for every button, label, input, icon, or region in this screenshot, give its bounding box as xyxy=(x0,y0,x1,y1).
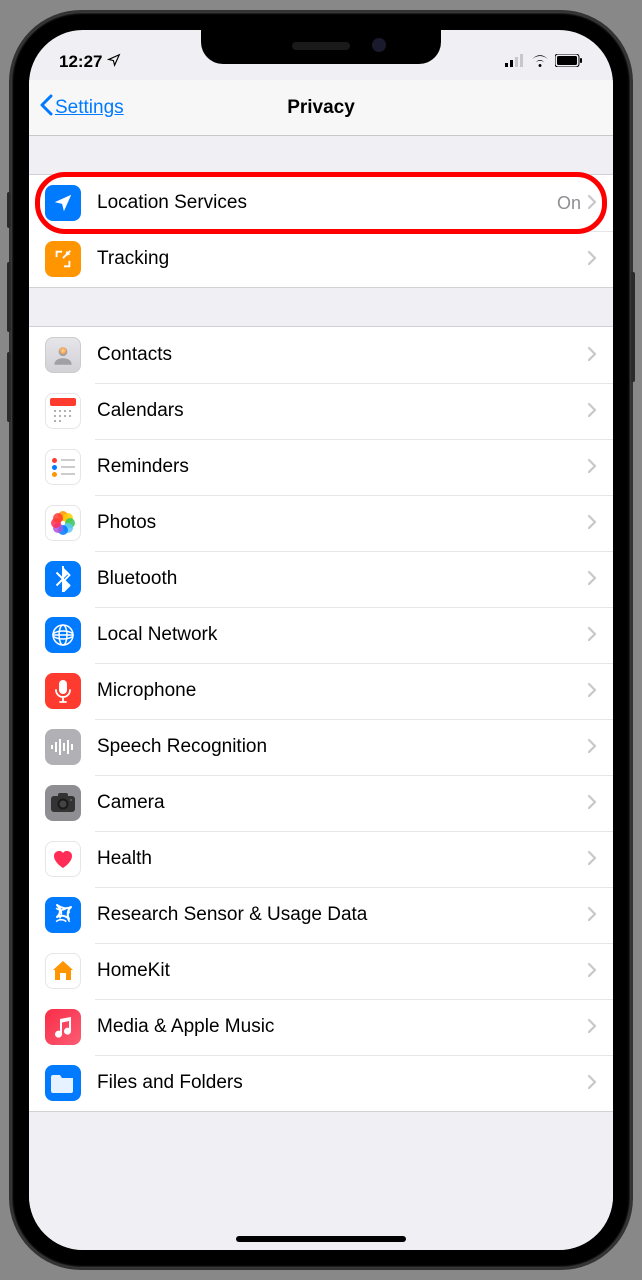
row-label: Research Sensor & Usage Data xyxy=(97,904,587,926)
row-bluetooth[interactable]: Bluetooth xyxy=(29,551,613,607)
row-location-services[interactable]: Location ServicesOn xyxy=(29,175,613,231)
row-photos[interactable]: Photos xyxy=(29,495,613,551)
row-label: Media & Apple Music xyxy=(97,1016,587,1038)
home-indicator[interactable] xyxy=(236,1236,406,1242)
row-label: Health xyxy=(97,848,587,870)
row-camera[interactable]: Camera xyxy=(29,775,613,831)
cellular-signal-icon xyxy=(505,52,525,72)
row-label: Speech Recognition xyxy=(97,736,587,758)
location-arrow-icon xyxy=(107,52,121,72)
health-icon xyxy=(45,841,81,877)
chevron-left-icon xyxy=(39,94,53,122)
settings-content[interactable]: Location ServicesOn Tracking Contacts Calen… xyxy=(29,136,613,1250)
row-label: Contacts xyxy=(97,344,587,366)
row-homekit[interactable]: HomeKit xyxy=(29,943,613,999)
row-label: Files and Folders xyxy=(97,1072,587,1094)
media-icon xyxy=(45,1009,81,1045)
row-health[interactable]: Health xyxy=(29,831,613,887)
chevron-right-icon xyxy=(587,454,597,480)
back-label: Settings xyxy=(55,97,124,119)
nav-header: Settings Privacy xyxy=(29,80,613,136)
row-tracking[interactable]: Tracking xyxy=(29,231,613,287)
row-speech-recognition[interactable]: Speech Recognition xyxy=(29,719,613,775)
photos-icon xyxy=(45,505,81,541)
row-files[interactable]: Files and Folders xyxy=(29,1055,613,1111)
wifi-icon xyxy=(531,52,549,72)
reminders-icon xyxy=(45,449,81,485)
chevron-right-icon xyxy=(587,790,597,816)
chevron-right-icon xyxy=(587,246,597,272)
row-label: Tracking xyxy=(97,248,587,270)
settings-section: Location ServicesOn Tracking xyxy=(29,174,613,288)
research-icon xyxy=(45,897,81,933)
settings-section: Contacts Calendars Reminders Photos Bluetoot… xyxy=(29,326,613,1112)
row-calendars[interactable]: Calendars xyxy=(29,383,613,439)
row-label: Bluetooth xyxy=(97,568,587,590)
page-title: Privacy xyxy=(287,97,355,119)
location-icon xyxy=(45,185,81,221)
chevron-right-icon xyxy=(587,902,597,928)
row-label: Photos xyxy=(97,512,587,534)
chevron-right-icon xyxy=(587,734,597,760)
speech-icon xyxy=(45,729,81,765)
chevron-right-icon xyxy=(587,846,597,872)
row-contacts[interactable]: Contacts xyxy=(29,327,613,383)
chevron-right-icon xyxy=(587,1070,597,1096)
row-reminders[interactable]: Reminders xyxy=(29,439,613,495)
row-media[interactable]: Media & Apple Music xyxy=(29,999,613,1055)
row-label: Reminders xyxy=(97,456,587,478)
chevron-right-icon xyxy=(587,678,597,704)
files-icon xyxy=(45,1065,81,1101)
row-label: HomeKit xyxy=(97,960,587,982)
chevron-right-icon xyxy=(587,566,597,592)
localnet-icon xyxy=(45,617,81,653)
row-label: Microphone xyxy=(97,680,587,702)
battery-icon xyxy=(555,52,583,72)
row-research[interactable]: Research Sensor & Usage Data xyxy=(29,887,613,943)
row-label: Camera xyxy=(97,792,587,814)
calendars-icon xyxy=(45,393,81,429)
status-time: 12:27 xyxy=(59,52,102,72)
row-microphone[interactable]: Microphone xyxy=(29,663,613,719)
row-label: Local Network xyxy=(97,624,587,646)
row-value: On xyxy=(557,193,581,214)
chevron-right-icon xyxy=(587,342,597,368)
back-button[interactable]: Settings xyxy=(39,94,124,122)
chevron-right-icon xyxy=(587,510,597,536)
chevron-right-icon xyxy=(587,190,597,216)
row-label: Location Services xyxy=(97,192,557,214)
chevron-right-icon xyxy=(587,958,597,984)
tracking-icon xyxy=(45,241,81,277)
homekit-icon xyxy=(45,953,81,989)
row-local-network[interactable]: Local Network xyxy=(29,607,613,663)
chevron-right-icon xyxy=(587,1014,597,1040)
device-notch xyxy=(201,30,441,64)
mic-icon xyxy=(45,673,81,709)
row-label: Calendars xyxy=(97,400,587,422)
camera-icon xyxy=(45,785,81,821)
chevron-right-icon xyxy=(587,622,597,648)
contacts-icon xyxy=(45,337,81,373)
chevron-right-icon xyxy=(587,398,597,424)
bluetooth-icon xyxy=(45,561,81,597)
